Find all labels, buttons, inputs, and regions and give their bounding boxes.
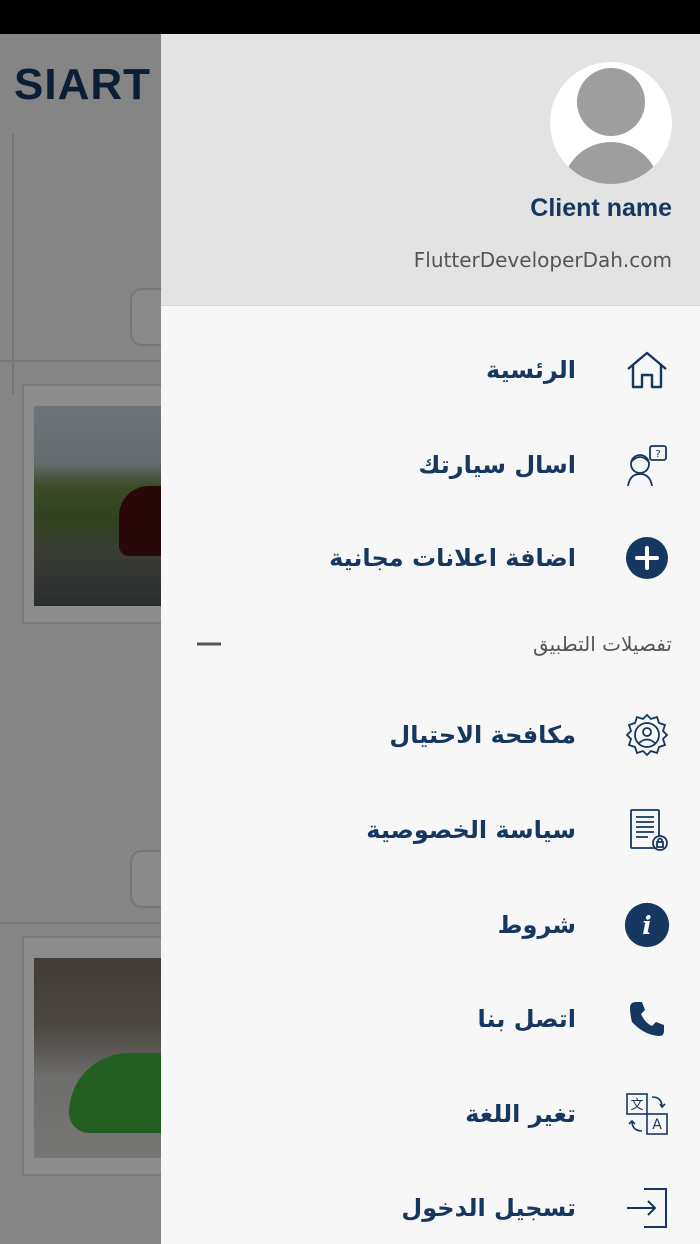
client-name: Client name [530,194,672,222]
menu-item-label: سياسة الخصوصية [366,816,576,844]
app-details-section-header[interactable]: تفصيلات التطبيق [161,624,700,664]
menu-item-label: مكافحة الاحتيال [389,721,576,749]
svg-text:A: A [652,1117,662,1133]
menu-item-label: اتصل بنا [477,1005,576,1033]
menu-item-terms[interactable]: شروط i [161,885,700,965]
question-person-icon: ? [624,442,670,488]
info-icon: i [624,902,670,948]
menu-item-label: شروط [497,911,576,939]
home-icon [624,347,670,393]
menu-item-anti-fraud[interactable]: مكافحة الاحتيال [161,695,700,775]
section-label: تفصيلات التطبيق [532,632,672,656]
menu-item-label: تغير اللغة [465,1100,576,1128]
client-email: FlutterDeveloperDah.com [413,248,672,272]
login-icon [624,1185,670,1231]
menu-item-ask-car[interactable]: اسال سيارتك ? [161,425,700,505]
avatar-head-shape [577,68,645,136]
menu-item-label: اضافة اعلانات مجانية [329,544,576,572]
avatar[interactable] [550,62,672,184]
svg-text:文: 文 [630,1098,643,1113]
menu-item-privacy-policy[interactable]: سياسة الخصوصية [161,790,700,870]
menu-item-label: تسجيل الدخول [401,1194,576,1222]
menu-item-home[interactable]: الرئسية [161,330,700,410]
menu-item-add-ads[interactable]: اضافة اعلانات مجانية [161,518,700,598]
add-circle-icon [624,535,670,581]
menu-item-change-language[interactable]: تغير اللغة 文 A [161,1074,700,1154]
phone-icon [624,996,670,1042]
svg-text:i: i [642,911,651,940]
drawer-header: Client name FlutterDeveloperDah.com [161,34,700,306]
menu-item-login[interactable]: تسجيل الدخول [161,1168,700,1244]
navigation-drawer: Client name FlutterDeveloperDah.com الرئ… [161,34,700,1244]
status-bar [0,0,700,34]
svg-text:?: ? [655,449,660,460]
anti-fraud-gear-icon [624,712,670,758]
translate-icon: 文 A [624,1091,670,1137]
menu-item-contact-us[interactable]: اتصل بنا [161,979,700,1059]
menu-item-label: الرئسية [486,356,576,384]
avatar-body-shape [562,142,660,184]
privacy-document-icon [624,807,670,853]
menu-item-label: اسال سيارتك [418,451,576,479]
collapse-icon[interactable] [197,642,221,646]
